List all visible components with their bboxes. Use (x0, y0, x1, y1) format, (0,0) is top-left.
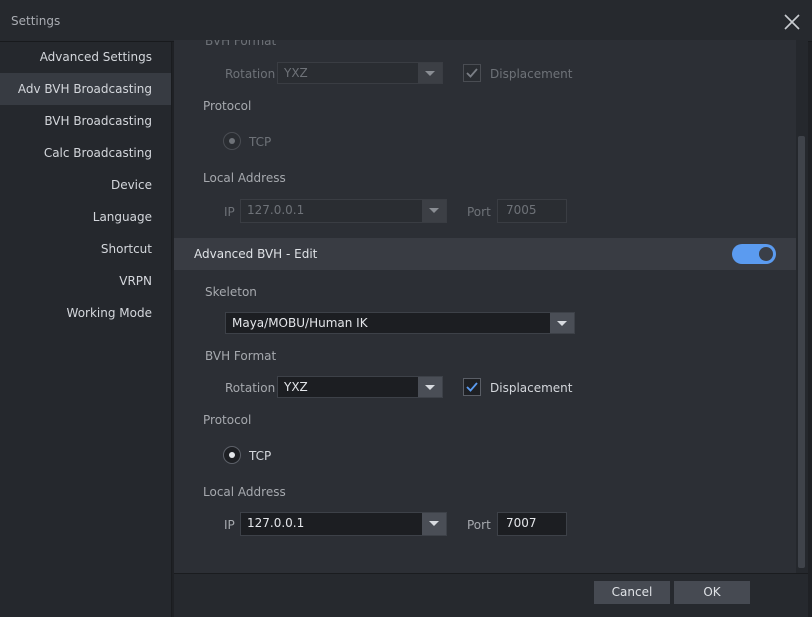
ok-button[interactable]: OK (674, 581, 750, 604)
rotation-value: YXZ (284, 380, 308, 394)
bvh-format-heading-top: BVH Format (205, 40, 277, 48)
advanced-bvh-edit-title: Advanced BVH - Edit (194, 247, 318, 261)
ip-value: 127.0.0.1 (247, 516, 305, 530)
sidebar-item-bvh-broadcasting[interactable]: BVH Broadcasting (0, 105, 171, 137)
port-value: 7007 (506, 516, 537, 530)
chevron-down-icon (550, 313, 574, 333)
displacement-checkbox-top[interactable] (463, 64, 481, 82)
local-address-heading: Local Address (203, 485, 286, 499)
window-title: Settings (11, 14, 61, 28)
tcp-radio[interactable] (223, 446, 241, 464)
settings-sidebar: Advanced Settings Adv BVH Broadcasting B… (0, 42, 172, 617)
sidebar-item-calc-broadcasting[interactable]: Calc Broadcasting (0, 137, 171, 169)
sidebar-item-adv-bvh-broadcasting[interactable]: Adv BVH Broadcasting (0, 73, 171, 105)
ip-label-top: IP (224, 205, 235, 219)
tcp-radio-top[interactable] (223, 132, 241, 150)
port-label: Port (467, 518, 491, 532)
rotation-select-top[interactable]: YXZ (277, 62, 443, 84)
checkmark-icon (466, 68, 478, 78)
toggle-knob (759, 247, 773, 261)
chevron-down-icon (422, 513, 446, 535)
protocol-heading-top: Protocol (203, 99, 252, 113)
tcp-label: TCP (249, 449, 272, 463)
rotation-label: Rotation (225, 381, 276, 395)
skeleton-value: Maya/MOBU/Human IK (232, 316, 368, 330)
port-input[interactable]: 7007 (497, 512, 567, 536)
rotation-value-top: YXZ (284, 66, 308, 80)
vertical-scrollbar[interactable] (796, 40, 808, 573)
checkmark-icon (466, 382, 478, 392)
bvh-format-heading: BVH Format (205, 349, 277, 363)
protocol-heading: Protocol (203, 413, 252, 427)
sidebar-item-language[interactable]: Language (0, 201, 171, 233)
displacement-checkbox[interactable] (463, 378, 481, 396)
title-bar: Settings (0, 0, 812, 42)
chevron-down-icon (418, 63, 442, 83)
ip-value-top: 127.0.0.1 (247, 203, 305, 217)
ip-label: IP (224, 518, 235, 532)
port-value-top: 7005 (506, 203, 537, 217)
chevron-down-icon (418, 377, 442, 397)
displacement-label: Displacement (490, 381, 573, 395)
close-icon[interactable] (782, 12, 802, 32)
rotation-select[interactable]: YXZ (277, 376, 443, 398)
dialog-footer: Cancel OK (174, 573, 808, 617)
port-input-top[interactable]: 7005 (497, 199, 567, 223)
skeleton-heading: Skeleton (205, 285, 257, 299)
chevron-down-icon (422, 200, 446, 222)
local-address-heading-top: Local Address (203, 171, 286, 185)
advanced-bvh-toggle[interactable] (732, 244, 776, 264)
tcp-label-top: TCP (249, 135, 272, 149)
skeleton-select[interactable]: Maya/MOBU/Human IK (225, 312, 575, 334)
cancel-button[interactable]: Cancel (594, 581, 670, 604)
sidebar-item-vrpn[interactable]: VRPN (0, 265, 171, 297)
sidebar-item-working-mode[interactable]: Working Mode (0, 297, 171, 329)
port-label-top: Port (467, 205, 491, 219)
ip-select[interactable]: 127.0.0.1 (240, 512, 447, 536)
advanced-bvh-edit-header: Advanced BVH - Edit (174, 238, 796, 270)
sidebar-item-shortcut[interactable]: Shortcut (0, 233, 171, 265)
scrollbar-thumb[interactable] (798, 136, 805, 568)
rotation-label-top: Rotation (225, 67, 276, 81)
sidebar-item-device[interactable]: Device (0, 169, 171, 201)
settings-content: BVH Format Rotation YXZ Displacement Pro… (174, 40, 796, 573)
sidebar-item-advanced-settings[interactable]: Advanced Settings (0, 41, 171, 73)
ip-select-top[interactable]: 127.0.0.1 (240, 199, 447, 223)
displacement-label-top: Displacement (490, 67, 573, 81)
